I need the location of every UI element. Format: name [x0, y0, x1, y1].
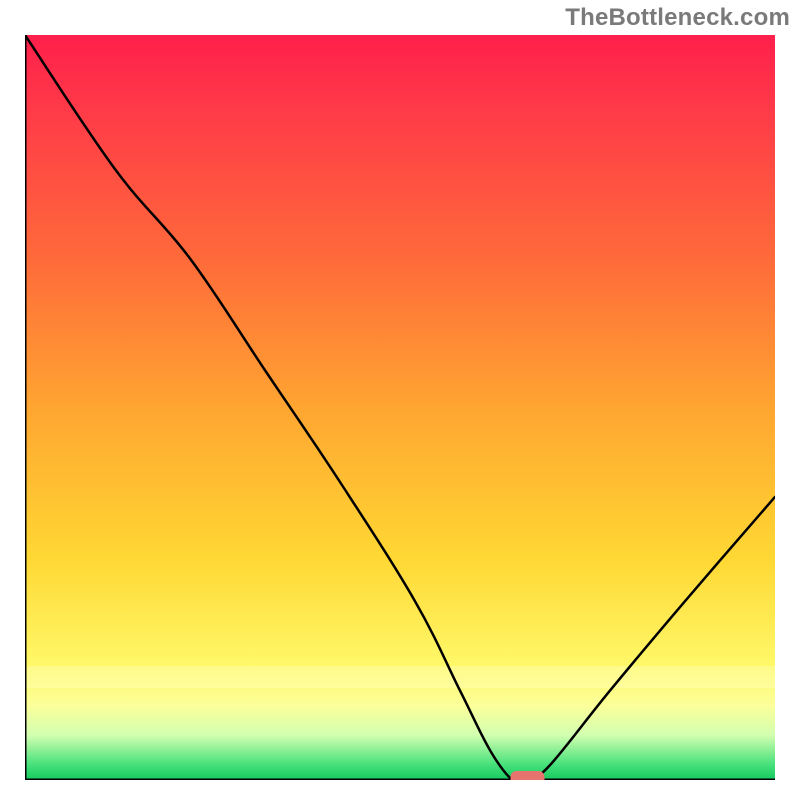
watermark-text: TheBottleneck.com — [565, 4, 790, 32]
chart-container: TheBottleneck.com — [0, 0, 800, 800]
chart-svg — [25, 35, 775, 780]
bottleneck-curve — [25, 35, 775, 780]
axes — [25, 35, 775, 780]
chart-plot-area — [25, 35, 775, 780]
optimum-marker — [511, 771, 545, 780]
